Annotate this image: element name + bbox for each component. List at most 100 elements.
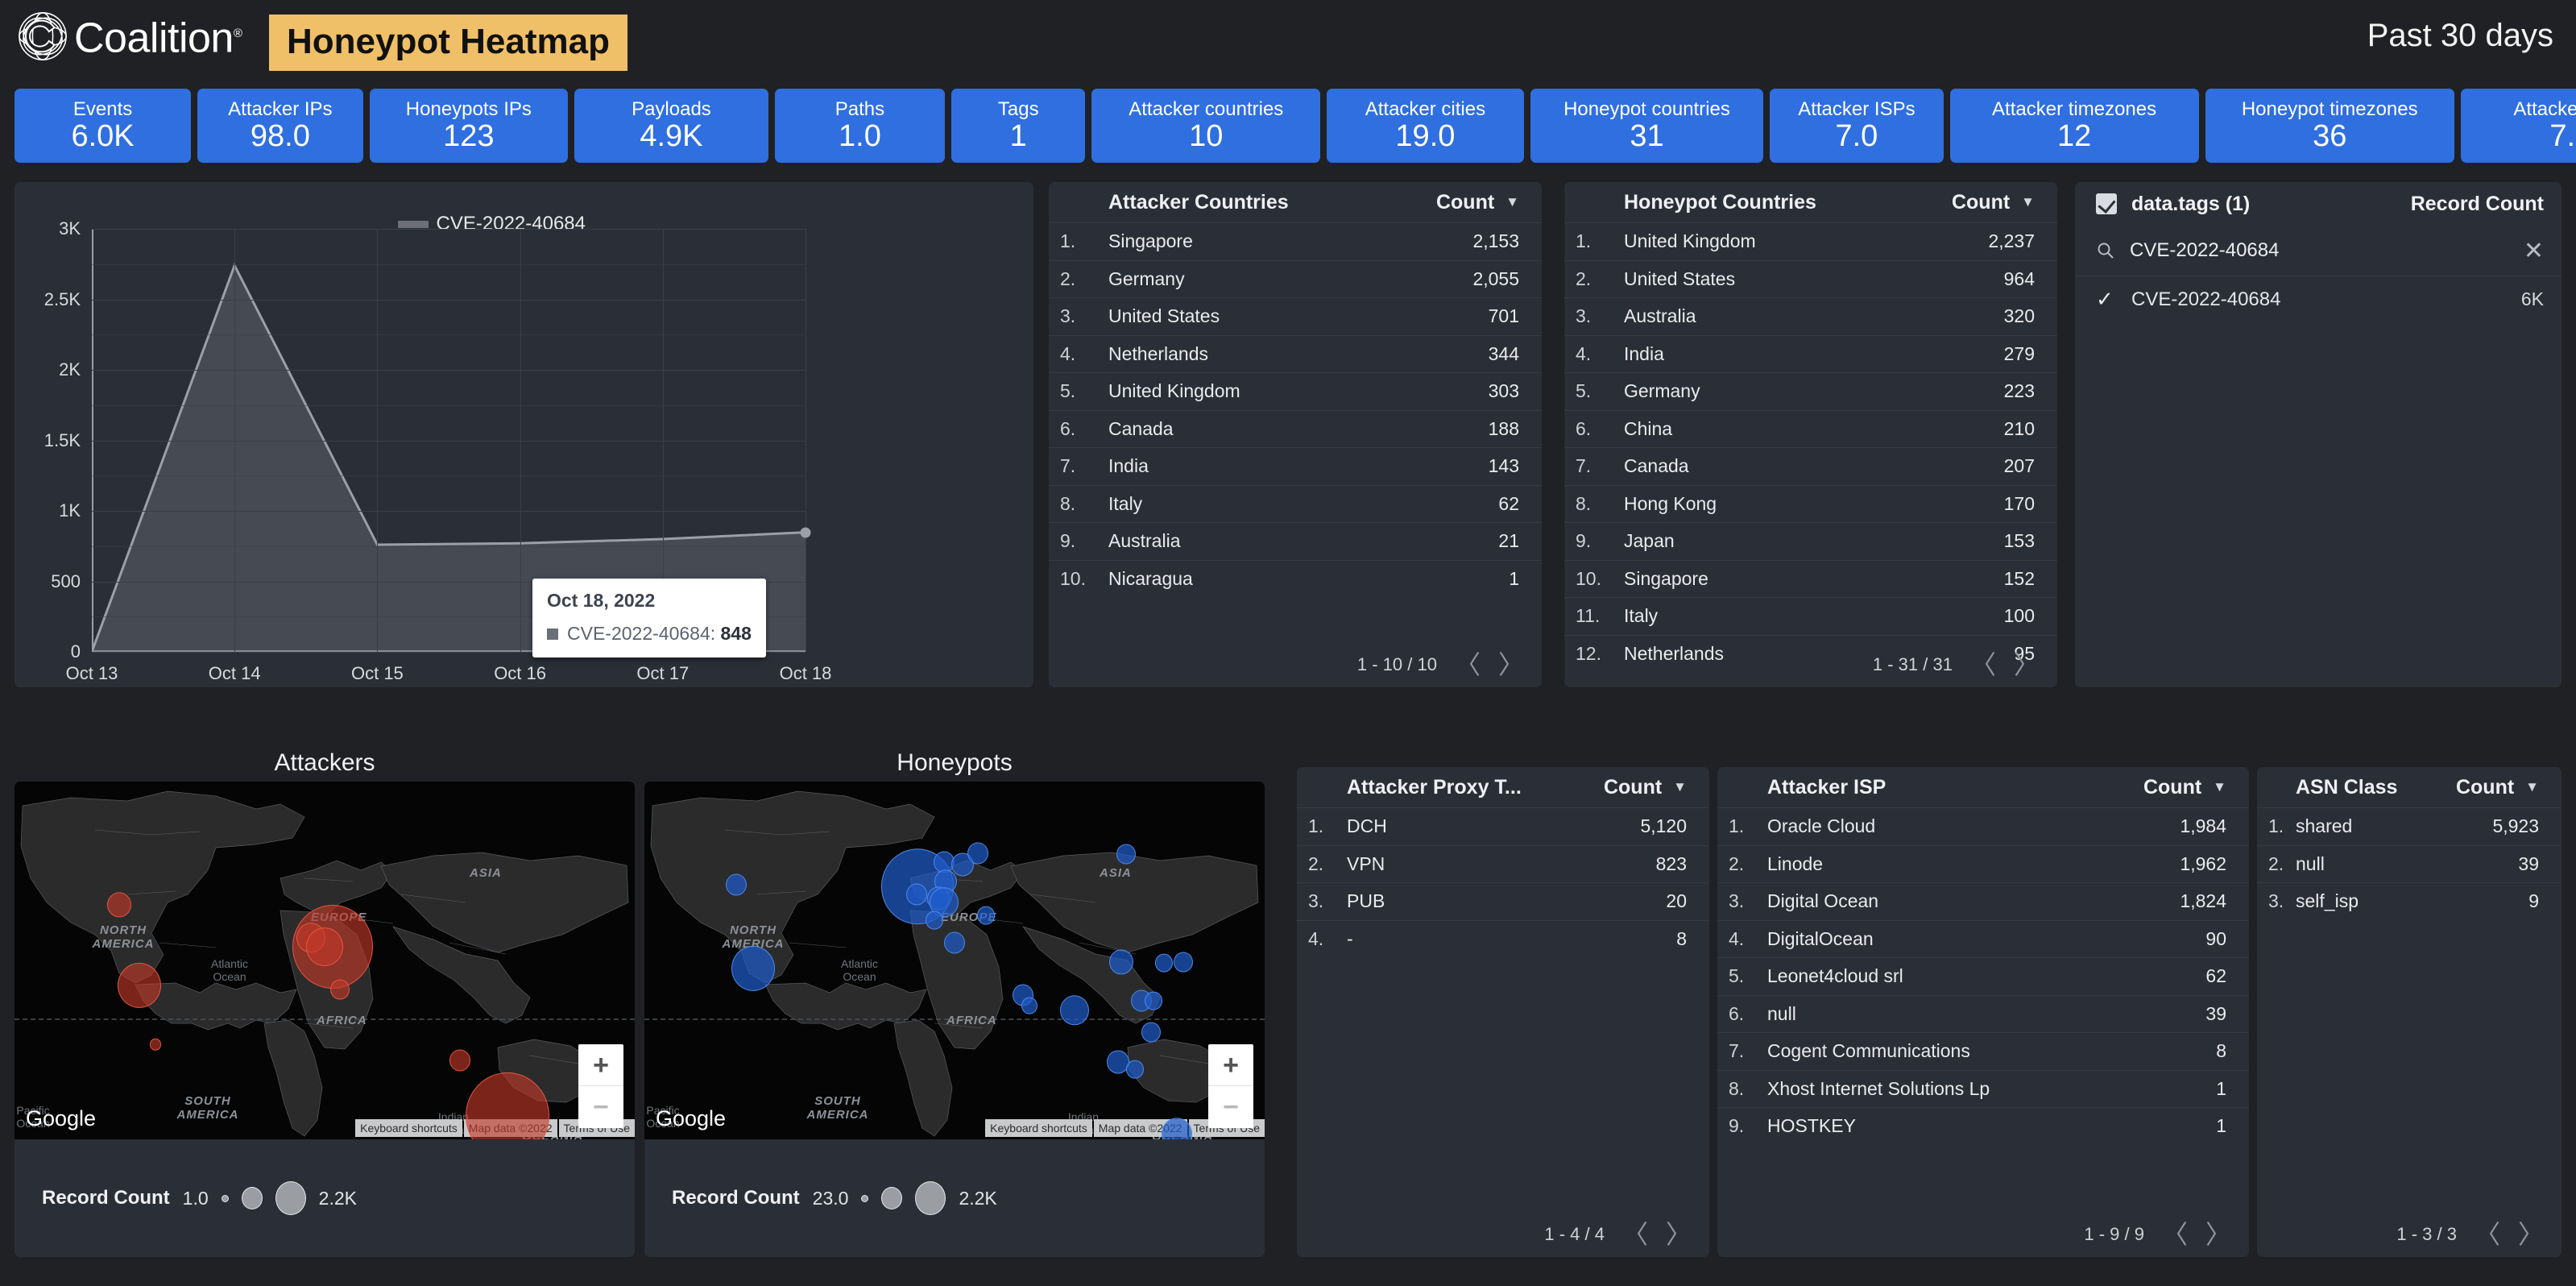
column-header-count[interactable]: Count [2143, 776, 2201, 799]
table-row[interactable]: 4. India 279 [1564, 334, 2057, 373]
map-bubble[interactable] [967, 842, 988, 865]
next-page-button[interactable]: 〉 [2205, 1222, 2231, 1247]
date-range-label[interactable]: Past 30 days [2367, 19, 2553, 52]
kpi-card-events[interactable]: Events 6.0K [14, 89, 192, 163]
zoom-in-button[interactable]: + [1208, 1044, 1253, 1086]
map-zoom-controls[interactable]: + − [578, 1044, 623, 1128]
table-row[interactable]: 8. Xhost Internet Solutions Lp 1 [1717, 1069, 2249, 1108]
search-input[interactable]: CVE-2022-40684 [2130, 239, 2509, 262]
prev-page-button[interactable]: 〈 [2162, 1222, 2188, 1247]
map-bubble[interactable] [977, 906, 995, 925]
map-attribution-item[interactable]: Keyboard shortcuts [355, 1119, 462, 1137]
kpi-card-honeypots-ips[interactable]: Honeypots IPs 123 [369, 89, 569, 163]
map-bubble[interactable] [1174, 952, 1193, 973]
prev-page-button[interactable]: 〈 [1622, 1222, 1648, 1247]
table-row[interactable]: 10. Nicaragua 1 [1049, 559, 1542, 598]
table-row[interactable]: 3. United States 701 [1049, 297, 1542, 335]
map-bubble[interactable] [1145, 991, 1162, 1010]
table-row[interactable]: 9. Japan 153 [1564, 522, 2057, 560]
map-bubble[interactable] [150, 1038, 161, 1051]
zoom-out-button[interactable]: − [578, 1086, 623, 1128]
map-bubble[interactable] [944, 931, 965, 954]
column-header-count[interactable]: Count [1436, 191, 1494, 214]
kpi-card-attacker-isps[interactable]: Attacker ISPs 7.0 [1770, 89, 1944, 163]
table-row[interactable]: 5. Leonet4cloud srl 62 [1717, 957, 2249, 995]
table-row[interactable]: 7. Canada 207 [1564, 447, 2057, 485]
map-canvas[interactable]: NORTHAMERICA SOUTHAMERICA AFRICA EUROPE … [644, 782, 1265, 1139]
table-row[interactable]: 6. Canada 188 [1049, 409, 1542, 448]
table-row[interactable]: 9. HOSTKEY 1 [1717, 1107, 2249, 1145]
table-row[interactable]: 1. Singapore 2,153 [1049, 222, 1542, 260]
table-row[interactable]: 4. DigitalOcean 90 [1717, 919, 2249, 958]
map-attribution-item[interactable]: Keyboard shortcuts [985, 1119, 1092, 1137]
table-row[interactable]: 2. Linode 1,962 [1717, 844, 2249, 883]
prev-page-button[interactable]: 〈 [1455, 652, 1481, 678]
next-page-button[interactable]: 〉 [2014, 652, 2040, 678]
map-bubble[interactable] [449, 1049, 470, 1072]
table-row[interactable]: 1. DCH 5,120 [1297, 807, 1709, 845]
table-row[interactable]: 9. Australia 21 [1049, 522, 1542, 560]
chevron-down-icon[interactable]: ▼ [2213, 779, 2226, 795]
table-row[interactable]: 3. Digital Ocean 1,824 [1717, 882, 2249, 920]
chevron-down-icon[interactable]: ▼ [1505, 194, 1519, 210]
map-canvas[interactable]: NORTHAMERICA SOUTHAMERICA AFRICA EUROPE … [14, 782, 635, 1139]
kpi-card-honeypot-timezones[interactable]: Honeypot timezones 36 [2205, 89, 2454, 163]
table-row[interactable]: 2. United States 964 [1564, 259, 2057, 298]
kpi-card-honeypot-countries[interactable]: Honeypot countries 31 [1530, 89, 1764, 163]
chevron-down-icon[interactable]: ▼ [2525, 779, 2539, 795]
kpi-card-attacker-ips[interactable]: Attacker IPs 98.0 [197, 89, 363, 163]
table-row[interactable]: 2. null 39 [2257, 844, 2562, 883]
chevron-down-icon[interactable]: ▼ [1673, 779, 1687, 795]
table-row[interactable]: 3. PUB 20 [1297, 882, 1709, 920]
table-row[interactable]: 5. Germany 223 [1564, 372, 2057, 410]
table-row[interactable]: 6. null 39 [1717, 994, 2249, 1033]
map-bubble[interactable] [726, 873, 747, 896]
close-icon[interactable]: ✕ [2524, 237, 2544, 265]
filter-item[interactable]: ✓ CVE-2022-40684 6K [2075, 276, 2562, 322]
filter-search-row[interactable]: CVE-2022-40684 ✕ [2075, 226, 2562, 276]
table-row[interactable]: 3. Australia 320 [1564, 297, 2057, 335]
table-row[interactable]: 7. Cogent Communications 8 [1717, 1032, 2249, 1070]
table-row[interactable]: 3. self_isp 9 [2257, 882, 2562, 920]
zoom-out-button[interactable]: − [1208, 1086, 1253, 1128]
map-bubble[interactable] [107, 892, 131, 918]
kpi-card-attacker-countries[interactable]: Attacker countries 10 [1091, 89, 1321, 163]
map-bubble[interactable] [926, 911, 943, 930]
map-bubble[interactable] [1021, 997, 1037, 1014]
map-bubble[interactable] [1126, 1060, 1144, 1079]
next-page-button[interactable]: 〉 [1666, 1222, 1692, 1247]
table-row[interactable]: 6. China 210 [1564, 409, 2057, 448]
kpi-card-payloads[interactable]: Payloads 4.9K [574, 89, 768, 163]
kpi-card-attacker-asn[interactable]: Attacker ASN7.0 [2460, 89, 2576, 163]
column-header-count[interactable]: Count [1952, 191, 2010, 214]
map-bubble[interactable] [1116, 844, 1136, 865]
map-bubble[interactable] [118, 962, 161, 1009]
kpi-card-attacker-timezones[interactable]: Attacker timezones 12 [1949, 89, 2199, 163]
chevron-down-icon[interactable]: ▼ [2021, 194, 2035, 210]
table-row[interactable]: 10. Singapore 152 [1564, 559, 2057, 598]
table-row[interactable]: 2. VPN 823 [1297, 844, 1709, 883]
table-row[interactable]: 1. United Kingdom 2,237 [1564, 222, 2057, 260]
table-row[interactable]: 7. India 143 [1049, 447, 1542, 485]
map-bubble[interactable] [306, 927, 343, 966]
kpi-card-paths[interactable]: Paths 1.0 [774, 89, 946, 163]
prev-page-button[interactable]: 〈 [2475, 1222, 2500, 1247]
table-row[interactable]: 4. Netherlands 344 [1049, 334, 1542, 373]
table-row[interactable]: 8. Italy 62 [1049, 484, 1542, 523]
column-header-count[interactable]: Count [1604, 776, 1662, 799]
next-page-button[interactable]: 〉 [2518, 1222, 2544, 1247]
table-row[interactable]: 4. - 8 [1297, 919, 1709, 958]
map-bubble[interactable] [1155, 953, 1173, 973]
zoom-in-button[interactable]: + [578, 1044, 623, 1086]
map-bubble[interactable] [906, 883, 927, 906]
column-header-count[interactable]: Count [2456, 776, 2514, 799]
kpi-card-attacker-cities[interactable]: Attacker cities 19.0 [1327, 89, 1524, 163]
table-row[interactable]: 8. Hong Kong 170 [1564, 484, 2057, 523]
table-row[interactable]: 5. United Kingdom 303 [1049, 372, 1542, 410]
select-all-checkbox[interactable] [2096, 193, 2117, 214]
prev-page-button[interactable]: 〈 [1970, 652, 1996, 678]
table-row[interactable]: 11. Italy 100 [1564, 597, 2057, 635]
next-page-button[interactable]: 〉 [1498, 652, 1524, 678]
table-row[interactable]: 1. shared 5,923 [2257, 807, 2562, 845]
map-bubble[interactable] [1109, 949, 1133, 975]
